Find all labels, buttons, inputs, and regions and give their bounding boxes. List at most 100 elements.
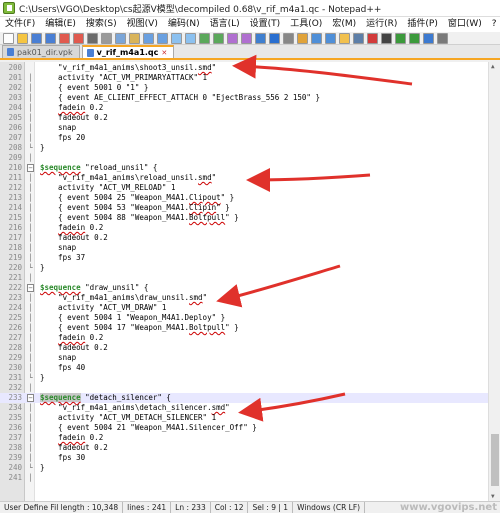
sync-v-icon[interactable] [227,32,238,44]
menu-search[interactable]: 搜索(S) [81,17,122,32]
scroll-up-icon[interactable]: ▲ [491,63,495,70]
tab-v-rif-m4a1-qc[interactable]: v_rif_m4a1.qc ✕ [81,45,175,58]
code-line[interactable]: 210− $sequence "reload_unsil" { [0,163,488,173]
cut-icon[interactable] [101,32,112,44]
vertical-scrollbar[interactable]: ▲ ▼ [488,62,500,501]
menu-settings[interactable]: 设置(T) [245,17,286,32]
menu-edit[interactable]: 编辑(E) [40,17,81,32]
sync-h-icon[interactable] [241,32,252,44]
status-eol[interactable]: Windows (CR LF) [293,502,366,513]
open-icon[interactable] [17,32,28,44]
find-icon[interactable] [171,32,182,44]
menu-view[interactable]: 视图(V) [122,17,163,32]
code-line[interactable]: 238 │ fadeout 0.2 [0,443,488,453]
code-line[interactable]: 237 │ fadein 0.2 [0,433,488,443]
save-macro-icon[interactable] [423,32,434,44]
code-line[interactable]: 222− $sequence "draw_unsil" { [0,283,488,293]
udl-icon[interactable] [297,32,308,44]
undo-icon[interactable] [143,32,154,44]
fold-collapse-icon[interactable]: − [27,394,34,402]
code-editor[interactable]: 200 "v_rif_m4a1_anims\shoot3_unsil.smd" 2… [0,62,500,501]
code-line[interactable]: 219 │ fps 37 [0,253,488,263]
wrap-icon[interactable] [255,32,266,44]
menu-encoding[interactable]: 编码(N) [163,17,205,32]
menu-tools[interactable]: 工具(O) [285,17,327,32]
code-line[interactable]: 224 │ activity "ACT_VM_DRAW" 1 [0,303,488,313]
code-line[interactable]: 202 │ { event 5001 0 "1" } [0,83,488,93]
menu-file[interactable]: 文件(F) [0,17,40,32]
code-line[interactable]: 214 │ { event 5004 53 "Weapon_M4A1.Clipin… [0,203,488,213]
menu-plugins[interactable]: 插件(P) [402,17,442,32]
code-line[interactable]: 230 │ fps 40 [0,363,488,373]
tab-close-icon[interactable]: ✕ [161,49,167,57]
fold-collapse-icon[interactable]: − [27,284,34,292]
func-list-icon[interactable] [325,32,336,44]
folder-icon[interactable] [339,32,350,44]
code-line[interactable]: 231 └} [0,373,488,383]
code-line[interactable]: 208 └} [0,143,488,153]
menu-language[interactable]: 语言(L) [205,17,245,32]
code-line[interactable]: 236 │ { event 5004 21 "Weapon_M4A1.Silenc… [0,423,488,433]
record-icon[interactable] [367,32,378,44]
code-line[interactable]: 223 │ "v_rif_m4a1_anims\draw_unsil.smd" [0,293,488,303]
scrollbar-thumb[interactable] [491,434,499,486]
menu-help[interactable]: ? [487,17,500,32]
code-line[interactable]: 200 "v_rif_m4a1_anims\shoot3_unsil.smd" [0,63,488,73]
play-icon[interactable] [395,32,406,44]
code-line[interactable]: 201 │ activity "ACT_VM_PRIMARYATTACK" 1 [0,73,488,83]
replace-icon[interactable] [185,32,196,44]
code-line[interactable]: 213 │ { event 5004 25 "Weapon_M4A1.Clipou… [0,193,488,203]
code-line[interactable]: 218 │ snap [0,243,488,253]
code-line[interactable]: 215 │ { event 5004 88 "Weapon_M4A1.Boltpu… [0,213,488,223]
code-line[interactable]: 216 │ fadein 0.2 [0,223,488,233]
zoom-in-icon[interactable] [199,32,210,44]
code-line[interactable]: 225 │ { event 5004 1 "Weapon_M4A1.Deploy"… [0,313,488,323]
copy-icon[interactable] [115,32,126,44]
code-line[interactable]: 211 │ "v_rif_m4a1_anims\reload_unsil.smd" [0,173,488,183]
menu-macro[interactable]: 宏(M) [327,17,361,32]
monitor-icon[interactable] [353,32,364,44]
code-line[interactable]: 233− $sequence "detach_silencer" { [0,393,488,403]
save-icon[interactable] [31,32,42,44]
menu-run[interactable]: 运行(R) [361,17,402,32]
code-line[interactable]: 212 │ activity "ACT_VM_RELOAD" 1 [0,183,488,193]
code-line[interactable]: 226 │ { event 5004 17 "Weapon_M4A1.Boltpu… [0,323,488,333]
code-line[interactable]: 221 │ [0,273,488,283]
code-line[interactable]: 241 │ [0,473,488,483]
code-line[interactable]: 234 │ "v_rif_m4a1_anims\detach_silencer.s… [0,403,488,413]
paste-icon[interactable] [129,32,140,44]
play-multi-icon[interactable] [409,32,420,44]
code-line[interactable]: 240 └} [0,463,488,473]
all-chars-icon[interactable] [269,32,280,44]
scroll-down-icon[interactable]: ▼ [491,493,495,500]
spell-icon[interactable] [437,32,448,44]
code-line[interactable]: 227 │ fadein 0.2 [0,333,488,343]
save-all-icon[interactable] [45,32,56,44]
code-line[interactable]: 203 │ { event AE_CLIENT_EFFECT_ATTACH 0 "… [0,93,488,103]
code-line[interactable]: 235 │ activity "ACT_VM_DETACH_SILENCER" 1 [0,413,488,423]
code-line[interactable]: 232 │ [0,383,488,393]
code-line[interactable]: 205 │ fadeout 0.2 [0,113,488,123]
stop-icon[interactable] [381,32,392,44]
zoom-out-icon[interactable] [213,32,224,44]
code-line[interactable]: 228 │ fadeout 0.2 [0,343,488,353]
code-line[interactable]: 239 │ fps 30 [0,453,488,463]
tab-pak01-dir-vpk[interactable]: pak01_dir.vpk [2,45,80,58]
close-icon[interactable] [59,32,70,44]
new-icon[interactable] [3,32,14,44]
redo-icon[interactable] [157,32,168,44]
code-line[interactable]: 206 │ snap [0,123,488,133]
code-line[interactable]: 204 │ fadein 0.2 [0,103,488,113]
code-line[interactable]: 209 │ [0,153,488,163]
code-line[interactable]: 217 │ fadeout 0.2 [0,233,488,243]
indent-guide-icon[interactable] [283,32,294,44]
code-text: $sequence "reload_unsil" { [40,163,157,173]
print-icon[interactable] [87,32,98,44]
code-line[interactable]: 229 │ snap [0,353,488,363]
code-line[interactable]: 220 └} [0,263,488,273]
doc-map-icon[interactable] [311,32,322,44]
close-all-icon[interactable] [73,32,84,44]
menu-window[interactable]: 窗口(W) [443,17,487,32]
fold-collapse-icon[interactable]: − [27,164,34,172]
code-line[interactable]: 207 │ fps 20 [0,133,488,143]
